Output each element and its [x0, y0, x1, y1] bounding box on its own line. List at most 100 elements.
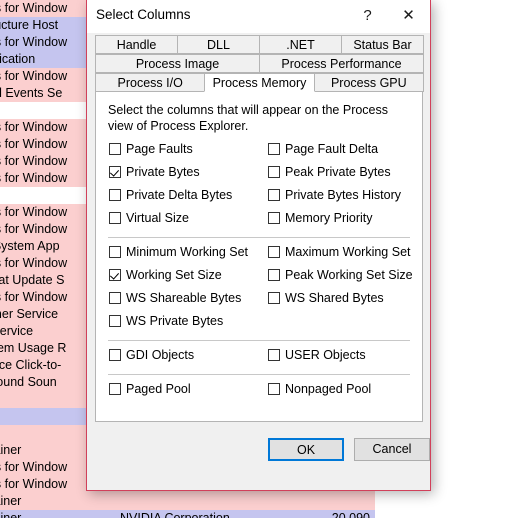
checkbox-group: Paged Pool Nonpaged Pool — [96, 380, 422, 403]
checkbox-group: GDI Objects USER Objects — [96, 346, 422, 369]
checkbox-row: WS Shareable Bytes WS Shared Bytes — [96, 289, 422, 312]
select-columns-dialog: Select Columns ? ✕ Handle DLL .NET Status B… — [86, 0, 431, 491]
tab-row: Handle DLL .NET Status Bar — [95, 35, 424, 54]
group-divider — [108, 340, 410, 341]
tab-panel-process-memory: Select the columns that will appear on t… — [95, 92, 423, 422]
dialog-footer: OK Cancel — [87, 422, 430, 490]
checkmark-icon[interactable] — [109, 166, 121, 178]
checkbox-label: Nonpaged Pool — [285, 382, 372, 396]
checkbox-row: Working Set Size Peak Working Set Size — [96, 266, 422, 289]
checkbox-label: WS Private Bytes — [126, 314, 224, 328]
checkbox-gdi-objects[interactable]: GDI Objects — [109, 348, 194, 362]
checkbox-empty-icon[interactable] — [109, 189, 121, 201]
tab-handle[interactable]: Handle — [95, 35, 178, 54]
checkbox-row: GDI Objects USER Objects — [96, 346, 422, 369]
process-name-cell: A Container — [0, 494, 22, 508]
checkbox-label: Page Faults — [126, 142, 193, 156]
checkbox-empty-icon[interactable] — [109, 349, 121, 361]
checkbox-label: Private Delta Bytes — [126, 188, 233, 202]
tab-dll[interactable]: DLL — [177, 35, 260, 54]
checkbox-label: WS Shareable Bytes — [126, 291, 242, 305]
checkbox-minimum-working-set[interactable]: Minimum Working Set — [109, 245, 248, 259]
checkbox-row: Minimum Working Set Maximum Working Set — [96, 243, 422, 266]
checkbox-ws-private-bytes[interactable]: WS Private Bytes — [109, 314, 223, 328]
tab-process-memory[interactable]: Process Memory — [204, 73, 315, 92]
group-divider — [108, 237, 410, 238]
checkbox-empty-icon[interactable] — [109, 315, 121, 327]
checkbox-maximum-working-set[interactable]: Maximum Working Set — [268, 245, 411, 259]
checkbox-empty-icon[interactable] — [109, 246, 121, 258]
checkbox-label: Paged Pool — [126, 382, 191, 396]
checkbox-label: USER Objects — [285, 348, 366, 362]
tab-row: Process I/O Process Memory Process GPU — [95, 73, 424, 92]
checkbox-label: Minimum Working Set — [126, 245, 249, 259]
tab-process-image[interactable]: Process Image — [95, 54, 260, 73]
checkbox-label: Private Bytes History — [285, 188, 402, 202]
cancel-button[interactable]: Cancel — [354, 438, 430, 461]
tab-process-gpu[interactable]: Process GPU — [313, 73, 424, 92]
checkbox-user-objects[interactable]: USER Objects — [268, 348, 366, 362]
checkbox-empty-icon[interactable] — [268, 189, 280, 201]
dialog-titlebar: Select Columns ? ✕ — [87, 0, 430, 33]
checkbox-empty-icon[interactable] — [268, 269, 280, 281]
checkbox-ws-shareable-bytes[interactable]: WS Shareable Bytes — [109, 291, 241, 305]
tab-process-i-o[interactable]: Process I/O — [95, 73, 206, 92]
checkbox-row: Private Bytes Peak Private Bytes — [96, 163, 422, 186]
checkbox-empty-icon[interactable] — [268, 383, 280, 395]
checkbox-peak-private-bytes[interactable]: Peak Private Bytes — [268, 165, 391, 179]
checkbox-empty-icon[interactable] — [268, 292, 280, 304]
checkbox-row: WS Private Bytes — [96, 312, 422, 335]
checkbox-label: WS Shared Bytes — [285, 291, 384, 305]
checkbox-nonpaged-pool[interactable]: Nonpaged Pool — [268, 382, 371, 396]
checkmark-icon[interactable] — [109, 269, 121, 281]
checkbox-label: Maximum Working Set — [285, 245, 411, 259]
checkbox-page-fault-delta[interactable]: Page Fault Delta — [268, 142, 378, 156]
checkbox-empty-icon[interactable] — [268, 166, 280, 178]
checkbox-empty-icon[interactable] — [109, 143, 121, 155]
checkbox-row: Paged Pool Nonpaged Pool — [96, 380, 422, 403]
checkbox-group: Minimum Working Set Maximum Working Set Wo… — [96, 243, 422, 335]
checkbox-ws-shared-bytes[interactable]: WS Shared Bytes — [268, 291, 384, 305]
checkbox-label: Peak Working Set Size — [285, 268, 413, 282]
panel-description: Select the columns that will appear on t… — [108, 103, 389, 133]
tab-strip: Handle DLL .NET Status Bar Process Image Proc… — [95, 35, 424, 92]
checkbox-label: Memory Priority — [285, 211, 373, 225]
checkbox-row: Virtual Size Memory Priority — [96, 209, 422, 232]
checkbox-label: GDI Objects — [126, 348, 195, 362]
checkbox-group: Page Faults Page Fault Delta Private Bytes… — [96, 140, 422, 232]
checkbox-working-set-size[interactable]: Working Set Size — [109, 268, 222, 282]
checkbox-row: Page Faults Page Fault Delta — [96, 140, 422, 163]
process-company-cell: NVIDIA Corporation — [120, 511, 230, 518]
checkbox-private-delta-bytes[interactable]: Private Delta Bytes — [109, 188, 232, 202]
ok-button[interactable]: OK — [268, 438, 344, 461]
process-value-cell: 20,090 — [331, 511, 370, 518]
checkbox-groups: Page Faults Page Fault Delta Private Bytes… — [96, 140, 422, 403]
tab-net[interactable]: .NET — [259, 35, 342, 54]
checkbox-empty-icon[interactable] — [109, 212, 121, 224]
tab-row: Process Image Process Performance — [95, 54, 424, 73]
checkbox-empty-icon[interactable] — [268, 246, 280, 258]
checkbox-label: Page Fault Delta — [285, 142, 379, 156]
checkbox-memory-priority[interactable]: Memory Priority — [268, 211, 373, 225]
checkbox-label: Private Bytes — [126, 165, 200, 179]
checkbox-private-bytes[interactable]: Private Bytes — [109, 165, 200, 179]
checkbox-label: Virtual Size — [126, 211, 189, 225]
help-icon[interactable]: ? — [351, 0, 384, 31]
checkbox-empty-icon[interactable] — [109, 292, 121, 304]
checkbox-row: Private Delta Bytes Private Bytes History — [96, 186, 422, 209]
checkbox-paged-pool[interactable]: Paged Pool — [109, 382, 191, 396]
checkbox-label: Working Set Size — [126, 268, 222, 282]
tab-status-bar[interactable]: Status Bar — [341, 35, 424, 54]
group-divider — [108, 374, 410, 375]
dialog-title: Select Columns — [96, 7, 191, 22]
checkbox-virtual-size[interactable]: Virtual Size — [109, 211, 189, 225]
checkbox-empty-icon[interactable] — [268, 212, 280, 224]
close-icon[interactable]: ✕ — [392, 0, 425, 31]
checkbox-empty-icon[interactable] — [268, 143, 280, 155]
checkbox-peak-working-set-size[interactable]: Peak Working Set Size — [268, 268, 413, 282]
tab-process-performance[interactable]: Process Performance — [259, 54, 424, 73]
checkbox-empty-icon[interactable] — [109, 383, 121, 395]
checkbox-page-faults[interactable]: Page Faults — [109, 142, 193, 156]
checkbox-empty-icon[interactable] — [268, 349, 280, 361]
checkbox-private-bytes-history[interactable]: Private Bytes History — [268, 188, 401, 202]
